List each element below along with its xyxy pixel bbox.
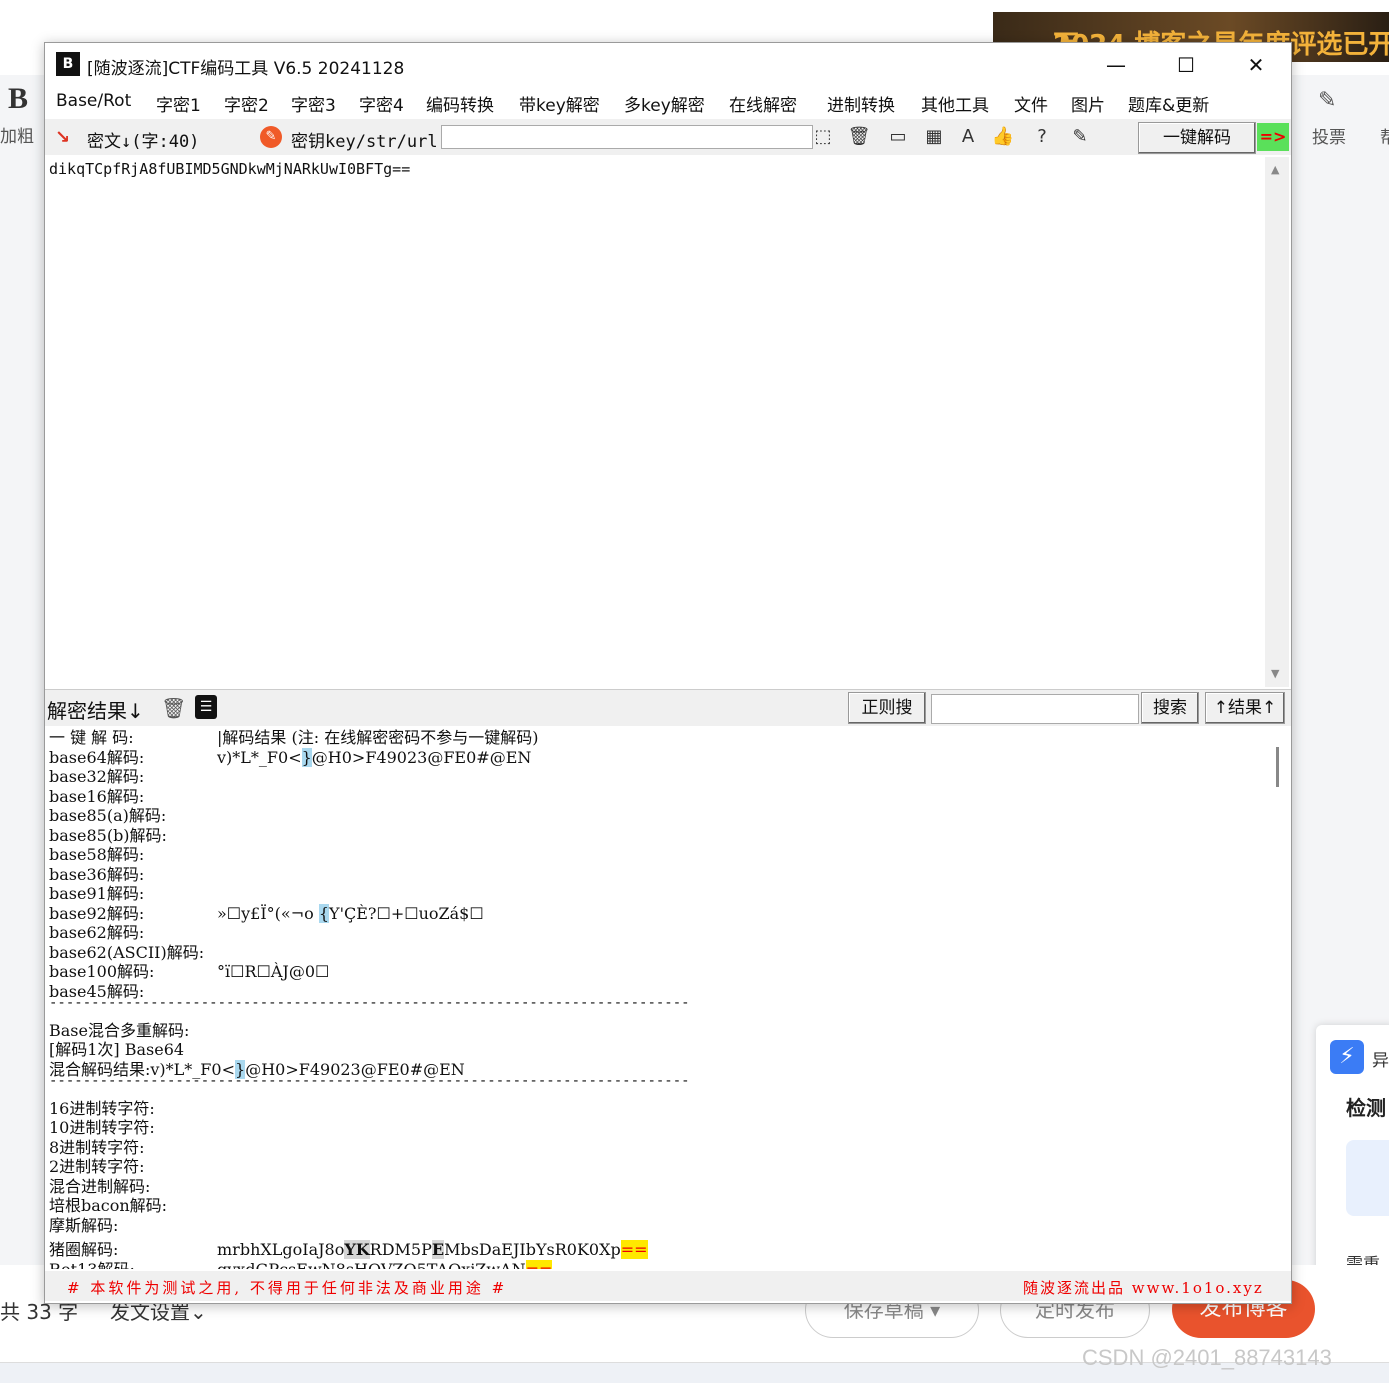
close-button[interactable]: ✕ <box>1221 43 1291 87</box>
menu-base-convert[interactable]: 进制转换 <box>827 91 895 116</box>
calculator-icon[interactable]: ▦ <box>921 125 947 149</box>
result-up-button[interactable]: ↑结果↑ <box>1205 692 1285 724</box>
terminal-icon[interactable]: ▭ <box>885 125 911 149</box>
help-icon[interactable]: ? <box>1029 125 1055 149</box>
one-key-decode-button[interactable]: 一键解码 <box>1138 122 1256 154</box>
status-footer: # 本软件为测试之用, 不得用于任何非法及商业用途 # 随波逐流出品 www.1… <box>45 1271 1291 1301</box>
cipher-toolbar: ↘ 密文↓(字:40) ✎ 密钥key/str/url: ⬚ 🗑 ▭ ▦ A 👍… <box>45 119 1291 155</box>
menu-bar: Base/Rot 字密1 字密2 字密3 字密4 编码转换 带key解密 多ke… <box>45 87 1291 116</box>
menu-image[interactable]: 图片 <box>1071 91 1105 116</box>
disclaimer-text: # 本软件为测试之用, 不得用于任何非法及商业用途 # <box>67 1279 508 1297</box>
menu-zimi3[interactable]: 字密3 <box>291 91 336 116</box>
key-edit-icon: ✎ <box>260 126 282 148</box>
popup-image <box>1346 1140 1389 1216</box>
edit-icon[interactable]: ✎ <box>1067 125 1093 149</box>
menu-file[interactable]: 文件 <box>1014 91 1048 116</box>
menu-base-rot[interactable]: Base/Rot <box>56 91 131 111</box>
cursor-select-icon[interactable]: ⬚ <box>810 125 836 149</box>
watermark: CSDN @2401_88743143 <box>1082 1345 1332 1370</box>
menu-zimi1[interactable]: 字密1 <box>156 91 201 116</box>
minimize-button[interactable]: — <box>1081 43 1151 87</box>
vote-label[interactable]: 投票 <box>1312 123 1346 148</box>
menu-multi-key-decrypt[interactable]: 多key解密 <box>624 91 705 116</box>
menu-online-decrypt[interactable]: 在线解密 <box>729 91 797 116</box>
arrow-button[interactable]: => <box>1257 123 1289 151</box>
copy-icon[interactable]: ☰ <box>195 695 217 719</box>
cipher-scrollbar[interactable]: ▲ ▼ <box>1265 157 1289 687</box>
trash-icon[interactable]: 🗑 <box>846 125 872 149</box>
result-text-area[interactable]: 一 键 解 码: |解码结果 (注: 在线解密密码不参与一键解码) base64解… <box>47 727 1263 1269</box>
result-label: 解密结果↓ <box>47 699 144 723</box>
scroll-down-icon[interactable]: ▼ <box>1271 667 1279 680</box>
key-label: 密钥key/str/url: <box>291 132 448 152</box>
thumbs-up-icon[interactable]: 👍 <box>990 125 1016 149</box>
menu-encoding-convert[interactable]: 编码转换 <box>426 91 494 116</box>
window-title: [随波逐流]CTF编码工具 V6.5 20241128 <box>87 59 405 79</box>
ctf-tool-window: B [随波逐流]CTF编码工具 V6.5 20241128 — ☐ ✕ Base… <box>44 42 1292 1304</box>
lightning-icon: ⚡ <box>1330 1040 1364 1074</box>
font-icon[interactable]: A <box>955 125 981 149</box>
menu-key-decrypt[interactable]: 带key解密 <box>519 91 600 116</box>
author-link[interactable]: 随波逐流出品 www.1o1o.xyz <box>1023 1277 1264 1298</box>
clear-result-icon[interactable]: 🗑 <box>161 696 186 720</box>
bold-icon[interactable]: B <box>8 82 28 116</box>
search-button[interactable]: 搜索 <box>1141 692 1199 724</box>
cipher-label: 密文↓(字:40) <box>87 132 200 152</box>
regex-search-button[interactable]: 正则搜 <box>848 692 926 724</box>
separator: ----------------------------------------… <box>49 995 690 1011</box>
menu-other-tools[interactable]: 其他工具 <box>921 91 989 116</box>
popup-title: 异 <box>1372 1051 1389 1071</box>
popup-heading: 检测 <box>1346 1096 1386 1120</box>
help-label[interactable]: 帮 <box>1380 123 1389 148</box>
result-toolbar: 解密结果↓ 🗑 ☰ 正则搜 搜索 ↑结果↑ <box>45 689 1291 726</box>
key-input[interactable] <box>441 125 813 149</box>
scroll-thumb[interactable] <box>1276 747 1279 787</box>
maximize-button[interactable]: ☐ <box>1151 43 1221 87</box>
scroll-up-icon[interactable]: ▲ <box>1271 163 1279 176</box>
cipher-arrow-icon: ↘ <box>55 127 71 148</box>
bold-label[interactable]: 加粗 <box>0 122 34 147</box>
vote-icon[interactable]: ✎ <box>1318 88 1336 113</box>
separator: ----------------------------------------… <box>49 1073 690 1089</box>
app-logo-icon: B <box>56 52 80 76</box>
title-bar[interactable]: B [随波逐流]CTF编码工具 V6.5 20241128 — ☐ ✕ <box>45 43 1291 87</box>
result-scrollbar[interactable] <box>1265 727 1289 1269</box>
menu-zimi4[interactable]: 字密4 <box>359 91 404 116</box>
menu-zimi2[interactable]: 字密2 <box>224 91 269 116</box>
menu-question-bank-update[interactable]: 题库&更新 <box>1128 91 1209 116</box>
search-input[interactable] <box>931 694 1139 724</box>
cipher-text-area[interactable]: dikqTCpfRjA8fUBIMD5GNDkwMjNARkUwI0BFTg== <box>47 157 1263 687</box>
editor-left-toolbar <box>0 75 44 1265</box>
